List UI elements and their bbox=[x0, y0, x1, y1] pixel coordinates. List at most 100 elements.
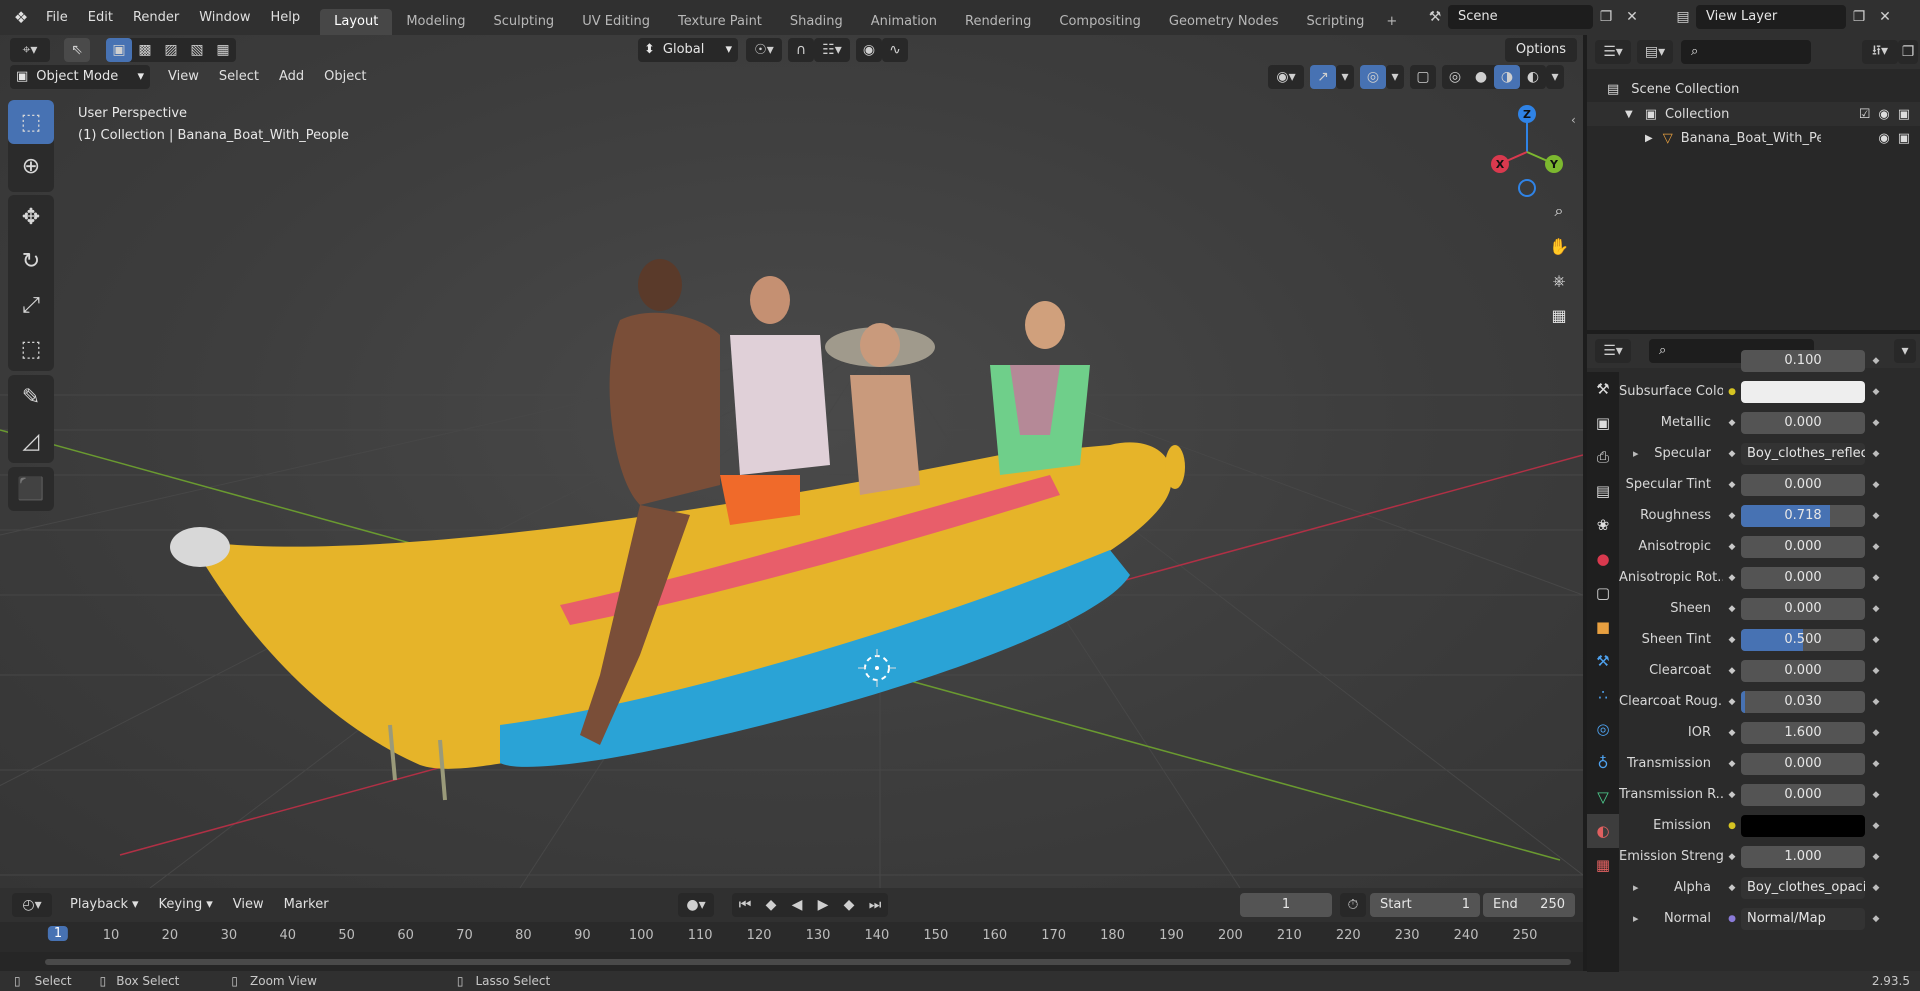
wireframe-shading-icon[interactable]: ◎ bbox=[1442, 65, 1468, 89]
socket-dot-icon[interactable]: ◆ bbox=[1723, 573, 1741, 583]
tab-rendering[interactable]: Rendering bbox=[951, 9, 1045, 35]
tab-geometry-nodes[interactable]: Geometry Nodes bbox=[1155, 9, 1293, 35]
select-intersect-icon[interactable]: ▦ bbox=[210, 38, 236, 62]
select-new-icon[interactable]: ▣ bbox=[106, 38, 132, 62]
next-keyframe-icon[interactable]: ◆ bbox=[836, 893, 862, 917]
link-field-specular[interactable]: Boy_clothes_reflecti... bbox=[1741, 442, 1865, 465]
socket-dot-icon[interactable]: ◆ bbox=[1723, 511, 1741, 521]
socket-dot-icon[interactable]: ◆ bbox=[1723, 480, 1741, 490]
view-layer-tab-icon[interactable]: ▤ bbox=[1587, 474, 1619, 508]
keyframe-dot-icon[interactable]: ◆ bbox=[1865, 449, 1887, 459]
snap-target-icon[interactable]: ☷▾ bbox=[814, 38, 850, 62]
display-mode-icon[interactable]: ▤▾ bbox=[1637, 40, 1673, 64]
jump-start-icon[interactable]: ⏮ bbox=[732, 893, 758, 917]
menu-object[interactable]: Object bbox=[314, 65, 376, 89]
timeline-scroll-thumb[interactable] bbox=[45, 959, 1571, 965]
keyframe-dot-icon[interactable]: ◆ bbox=[1865, 821, 1887, 831]
move-tool-icon[interactable]: ✥ bbox=[8, 195, 54, 239]
expand-arrow-icon[interactable]: ▸ bbox=[1633, 447, 1639, 460]
select-tool-icon[interactable]: ⇖ bbox=[64, 38, 90, 62]
overlay-toggle-icon[interactable]: ◎ bbox=[1360, 65, 1386, 89]
menu-file[interactable]: File bbox=[36, 0, 78, 35]
link-field-alpha[interactable]: Boy_clothes_opacity... bbox=[1741, 876, 1865, 899]
options-dropdown[interactable]: Options bbox=[1505, 38, 1577, 62]
pivot-point-icon[interactable]: ☉▾ bbox=[746, 38, 782, 62]
zoom-icon[interactable]: ⌕ bbox=[1545, 197, 1573, 225]
socket-dot-icon[interactable]: ◆ bbox=[1723, 728, 1741, 738]
expand-arrow-icon[interactable]: ▶ bbox=[1645, 133, 1653, 144]
keyframe-dot-icon[interactable]: ◆ bbox=[1865, 728, 1887, 738]
camera-icon[interactable]: ▣ bbox=[1898, 131, 1910, 146]
measure-tool-icon[interactable]: ◿ bbox=[8, 419, 54, 463]
cursor-tool-icon[interactable]: ⊕ bbox=[8, 144, 54, 188]
view-layer-field[interactable]: View Layer bbox=[1696, 5, 1846, 29]
keyframe-dot-icon[interactable]: ◆ bbox=[1865, 418, 1887, 428]
keyframe-dot-icon[interactable]: ◆ bbox=[1865, 356, 1887, 366]
material-shading-icon[interactable]: ◑ bbox=[1494, 65, 1520, 89]
editor-type-icon[interactable]: ⌖▾ bbox=[10, 38, 50, 62]
socket-dot-icon[interactable]: ● bbox=[1723, 821, 1741, 831]
particles-tab-icon[interactable]: ∴ bbox=[1587, 678, 1619, 712]
sidebar-toggle-icon[interactable]: ‹ bbox=[1571, 113, 1576, 127]
data-tab-icon[interactable]: ▽ bbox=[1587, 780, 1619, 814]
overlay-menu-icon[interactable]: ▾ bbox=[1386, 65, 1404, 89]
proportional-edit-icon[interactable]: ◉ bbox=[856, 38, 882, 62]
snap-icon[interactable]: ∩ bbox=[788, 38, 814, 62]
tab-texture-paint[interactable]: Texture Paint bbox=[664, 9, 776, 35]
eye-icon[interactable]: ◉ bbox=[1878, 131, 1889, 146]
socket-dot-icon[interactable]: ◆ bbox=[1723, 697, 1741, 707]
socket-dot-icon[interactable]: ◆ bbox=[1723, 418, 1741, 428]
select-extend-icon[interactable]: ▩ bbox=[132, 38, 158, 62]
keyframe-dot-icon[interactable]: ◆ bbox=[1865, 635, 1887, 645]
outliner-row-scene-collection[interactable]: ▤ Scene Collection bbox=[1587, 77, 1920, 101]
jump-end-icon[interactable]: ⏭ bbox=[862, 893, 888, 917]
scene-icon[interactable]: ⚒ bbox=[1422, 5, 1448, 29]
keyframe-dot-icon[interactable]: ◆ bbox=[1865, 759, 1887, 769]
expand-arrow-icon[interactable]: ▼ bbox=[1625, 109, 1633, 120]
tab-sculpting[interactable]: Sculpting bbox=[479, 9, 568, 35]
auto-keying-icon[interactable]: ●▾ bbox=[678, 893, 714, 917]
filter-icon[interactable]: ⭿▾ bbox=[1862, 40, 1898, 64]
falloff-icon[interactable]: ∿ bbox=[882, 38, 908, 62]
menu-keying[interactable]: Keying ▾ bbox=[149, 893, 223, 917]
value-slider-emission-strengt[interactable]: 1.000 bbox=[1741, 845, 1865, 868]
socket-dot-icon[interactable]: ◆ bbox=[1723, 790, 1741, 800]
socket-dot-icon[interactable]: ◆ bbox=[1723, 635, 1741, 645]
keyframe-dot-icon[interactable]: ◆ bbox=[1865, 790, 1887, 800]
menu-add[interactable]: Add bbox=[269, 65, 314, 89]
mode-dropdown[interactable]: ▣ Object Mode ▾ bbox=[10, 65, 150, 89]
xray-icon[interactable]: ▢ bbox=[1410, 65, 1436, 89]
keyframe-dot-icon[interactable]: ◆ bbox=[1865, 666, 1887, 676]
value-slider-sheen[interactable]: 0.000 bbox=[1741, 597, 1865, 620]
outliner-editor-type-icon[interactable]: ☰▾ bbox=[1595, 40, 1631, 64]
prev-keyframe-icon[interactable]: ◆ bbox=[758, 893, 784, 917]
keyframe-dot-icon[interactable]: ◆ bbox=[1865, 542, 1887, 552]
pan-hand-icon[interactable]: ✋ bbox=[1545, 232, 1573, 260]
constraints-tab-icon[interactable]: ♁ bbox=[1587, 746, 1619, 780]
shading-menu-icon[interactable]: ▾ bbox=[1546, 65, 1564, 89]
3d-viewport[interactable]: ⌖▾ ⇖ ▣ ▩ ▨ ▧ ▦ ⬍ Global ▾ ☉▾ ∩ ☷▾ ◉ ∿ Op… bbox=[0, 35, 1583, 888]
texture-tab-icon[interactable]: ▦ bbox=[1587, 848, 1619, 882]
preview-range-icon[interactable]: ⏱ bbox=[1340, 893, 1366, 917]
tab-uv-editing[interactable]: UV Editing bbox=[568, 9, 664, 35]
value-slider-ior[interactable]: 1.600 bbox=[1741, 721, 1865, 744]
new-scene-icon[interactable]: ❐ bbox=[1593, 5, 1619, 29]
keyframe-dot-icon[interactable]: ◆ bbox=[1865, 914, 1887, 924]
add-workspace-button[interactable]: + bbox=[1378, 9, 1405, 35]
scene-tab-icon[interactable]: ❀ bbox=[1587, 508, 1619, 542]
expand-arrow-icon[interactable]: ▸ bbox=[1633, 912, 1639, 925]
checkbox-icon[interactable]: ☑ bbox=[1859, 107, 1871, 122]
socket-dot-icon[interactable]: ◆ bbox=[1723, 449, 1741, 459]
keyframe-dot-icon[interactable]: ◆ bbox=[1865, 604, 1887, 614]
navigation-gizmo[interactable]: Z X Y bbox=[1482, 100, 1572, 200]
value-slider-specular-tint[interactable]: 0.000 bbox=[1741, 473, 1865, 496]
new-collection-icon[interactable]: ❐ bbox=[1898, 40, 1918, 64]
physics-tab-icon[interactable]: ◎ bbox=[1587, 712, 1619, 746]
socket-dot-icon[interactable]: ◆ bbox=[1723, 666, 1741, 676]
visibility-icon[interactable]: ◉▾ bbox=[1268, 65, 1304, 89]
menu-playback[interactable]: Playback ▾ bbox=[60, 893, 149, 917]
keyframe-dot-icon[interactable]: ◆ bbox=[1865, 697, 1887, 707]
render-tab-icon[interactable]: ▣ bbox=[1587, 406, 1619, 440]
socket-dot-icon[interactable]: ● bbox=[1723, 387, 1741, 397]
timeline-scrollbar[interactable] bbox=[0, 952, 1583, 971]
